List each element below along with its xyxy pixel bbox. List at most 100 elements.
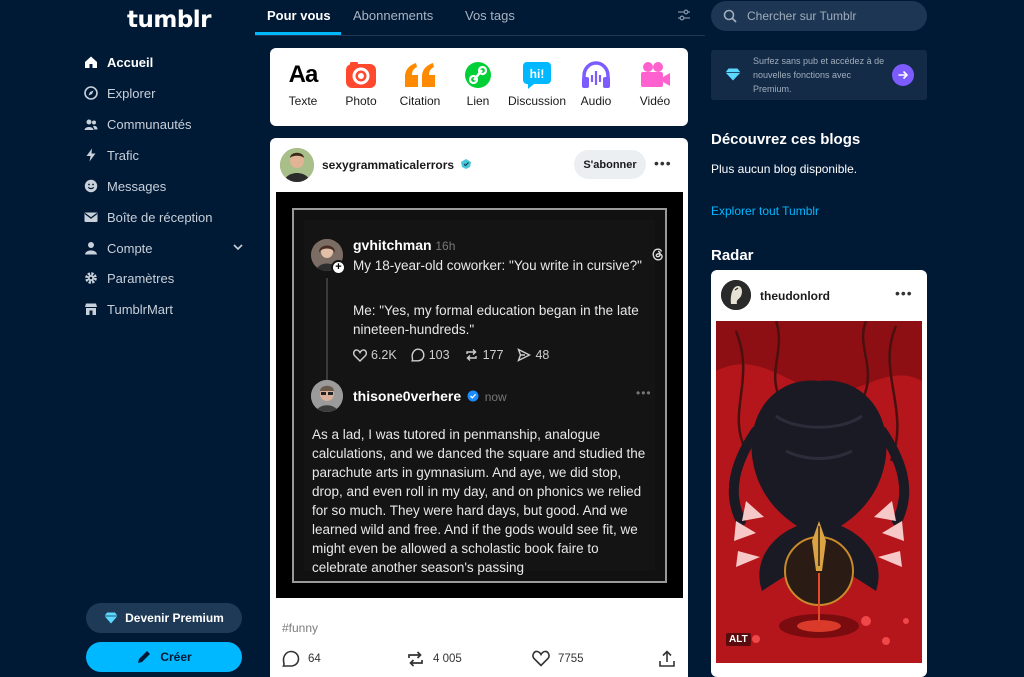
sidebar-item-label: Boîte de réception [107, 209, 213, 225]
sidebar-item-label: TumblrMart [107, 301, 173, 317]
post-card: sexygrammaticalerrors S'abonner ••• + gv… [270, 138, 688, 677]
thread-stats: 6.2K 103 177 48 [353, 348, 549, 362]
no-blogs-message: Plus aucun blog disponible. [711, 162, 858, 176]
replies-count: 103 [428, 348, 450, 362]
sidebar-item-settings[interactable]: Paramètres [84, 264, 254, 292]
more-options-icon: ••• [636, 386, 652, 400]
radar-image[interactable]: ALT [716, 321, 922, 663]
create-label: Créer [160, 650, 192, 664]
thread-post-text: Me: "Yes, my formal education began in t… [353, 303, 639, 337]
promo-text: Surfez sans pub et accédez à de nouvelle… [753, 56, 885, 94]
composer-link-button[interactable]: Lien [445, 60, 511, 108]
comment-button[interactable]: 64 [282, 650, 321, 668]
avatar[interactable] [721, 280, 751, 310]
more-options-icon[interactable]: ••• [895, 285, 913, 301]
smile-icon [84, 179, 98, 193]
arrow-right-icon[interactable] [892, 64, 914, 86]
sidebar-item-messages[interactable]: Messages [84, 172, 254, 200]
reblog-button[interactable]: 4 005 [406, 650, 462, 668]
reply-icon [410, 348, 425, 362]
premium-button[interactable]: Devenir Premium [86, 603, 242, 633]
sliders-icon[interactable] [677, 8, 691, 27]
bolt-icon [84, 148, 98, 162]
thread-timestamp: now [484, 390, 507, 404]
quote-icon [404, 60, 436, 90]
sidebar-item-traffic[interactable]: Trafic [84, 141, 254, 169]
sidebar-item-inbox[interactable]: Boîte de réception [84, 203, 254, 231]
sidebar-item-label: Explorer [107, 85, 156, 101]
likes-count: 6.2K [371, 348, 397, 362]
sidebar-item-home[interactable]: Accueil [84, 48, 254, 76]
post-tag[interactable]: #funny [282, 621, 318, 635]
share-icon [658, 650, 676, 668]
follow-button[interactable]: S'abonner [574, 150, 646, 179]
premium-promo[interactable]: Surfez sans pub et accédez à de nouvelle… [711, 50, 927, 100]
radar-author[interactable]: theudonlord [760, 289, 830, 303]
link-icon [462, 60, 494, 90]
people-icon [84, 117, 98, 131]
tabs-divider [255, 35, 705, 36]
active-tab-indicator [255, 32, 341, 35]
avatar[interactable] [280, 148, 314, 182]
premium-label: Devenir Premium [125, 611, 224, 625]
sidebar-item-communities[interactable]: Communautés [84, 110, 254, 138]
thread-post-text: My 18-year-old coworker: "You write in c… [353, 258, 642, 273]
comment-icon [282, 650, 300, 668]
thread-username: thisone0verhere [353, 388, 462, 404]
tumblr-logo[interactable]: tumblr [127, 7, 212, 33]
tab-following[interactable]: Abonnements [353, 8, 433, 23]
heart-icon [353, 348, 367, 362]
radar-card: theudonlord ••• ALT [711, 270, 927, 677]
send-icon [517, 348, 532, 362]
composer-text-button[interactable]: Aa Texte [270, 60, 336, 108]
svg-text:hi!: hi! [530, 67, 545, 81]
camera-icon [345, 60, 377, 90]
chat-icon: hi! [521, 60, 553, 90]
avatar [311, 380, 343, 412]
repost-icon [464, 348, 479, 362]
shop-icon [84, 302, 98, 316]
like-button[interactable]: 7755 [532, 650, 584, 667]
share-button[interactable] [658, 650, 676, 668]
discover-blogs-heading: Découvrez ces blogs [711, 131, 861, 148]
verified-badge-icon [467, 388, 479, 407]
composer-quote-button[interactable]: Citation [387, 60, 453, 108]
tab-for-you[interactable]: Pour vous [267, 8, 331, 23]
thread-post-text: As a lad, I was tutored in penmanship, a… [312, 427, 646, 575]
composer-photo-button[interactable]: Photo [328, 60, 394, 108]
tab-your-tags[interactable]: Vos tags [465, 8, 515, 23]
sidebar-item-label: Messages [107, 178, 167, 194]
composer-audio-button[interactable]: Audio [563, 60, 629, 108]
sidebar-item-label: Paramètres [107, 270, 175, 286]
threads-screenshot: + gvhitchman 16h My 18-year-old coworker… [292, 208, 667, 583]
thread-timestamp: 16h [435, 239, 456, 253]
sidebar-item-label: Compte [107, 240, 153, 256]
create-button[interactable]: Créer [86, 642, 242, 672]
sidebar-item-account[interactable]: Compte [84, 234, 254, 262]
chevron-down-icon[interactable] [232, 241, 244, 256]
gear-icon [84, 271, 98, 285]
comments-count: 64 [308, 653, 321, 665]
mail-icon [84, 210, 98, 224]
post-author[interactable]: sexygrammaticalerrors [322, 158, 472, 173]
search-input[interactable]: Chercher sur Tumblr [711, 1, 927, 31]
alt-badge[interactable]: ALT [726, 633, 751, 646]
home-icon [84, 55, 98, 69]
composer-chat-button[interactable]: hi! Discussion [504, 60, 570, 108]
sidebar-item-explore[interactable]: Explorer [84, 79, 254, 107]
video-icon [639, 60, 671, 90]
text-icon: Aa [288, 61, 319, 88]
sidebar-item-tumblrmart[interactable]: TumblrMart [84, 295, 254, 323]
reblog-icon [406, 650, 425, 668]
explore-all-link[interactable]: Explorer tout Tumblr [711, 204, 819, 218]
composer-video-button[interactable]: Vidéo [622, 60, 688, 108]
diamond-icon [104, 612, 118, 624]
likes-count: 7755 [558, 652, 584, 665]
post-image[interactable]: + gvhitchman 16h My 18-year-old coworker… [276, 192, 683, 598]
pencil-icon [136, 649, 152, 665]
heart-icon [532, 650, 550, 667]
checkmark-badge-icon [460, 158, 472, 173]
post-composer: Aa Texte Photo Citation Lien hi! Discuss… [270, 48, 688, 126]
shares-count: 48 [535, 348, 550, 362]
more-options-icon[interactable]: ••• [654, 155, 672, 171]
